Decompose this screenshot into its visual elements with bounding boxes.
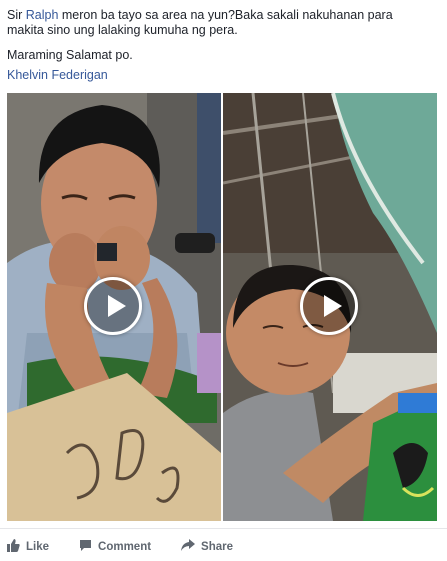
- post-text-line1-rest: meron ba tayo sa area na yun?Baka sakali…: [58, 8, 393, 22]
- play-button-right[interactable]: [300, 277, 358, 335]
- facebook-post: Sir Ralph meron ba tayo sa area na yun?B…: [0, 0, 447, 561]
- video-grid: [7, 93, 437, 521]
- play-button-left[interactable]: [84, 277, 142, 335]
- comment-label: Comment: [98, 541, 152, 553]
- share-button[interactable]: Share: [181, 539, 233, 555]
- video-thumbnail-left[interactable]: [7, 93, 221, 521]
- actions-divider: [0, 528, 447, 529]
- post-message: Sir Ralph meron ba tayo sa area na yun?B…: [7, 8, 437, 38]
- post-message-line-1: Sir Ralph meron ba tayo sa area na yun?B…: [7, 8, 437, 23]
- comment-button[interactable]: Comment: [79, 539, 151, 555]
- like-button[interactable]: Like: [7, 539, 49, 555]
- post-actions-bar: Like Comment Share: [0, 535, 447, 559]
- play-icon: [108, 295, 126, 317]
- share-icon: [181, 539, 196, 555]
- thumbs-up-icon: [7, 539, 20, 555]
- video-thumbnail-right[interactable]: [223, 93, 437, 521]
- tagged-user-link[interactable]: Khelvin Federigan: [7, 68, 108, 83]
- comment-icon: [79, 539, 92, 555]
- share-label: Share: [201, 541, 234, 553]
- mention-link[interactable]: Ralph: [26, 8, 59, 22]
- post-message-paragraph-2: Maraming Salamat po.: [7, 48, 133, 62]
- post-text-prefix: Sir: [7, 8, 26, 22]
- like-label: Like: [26, 541, 50, 553]
- post-message-line-2: makita sino ung lalaking kumuha ng pera.: [7, 23, 238, 37]
- play-icon: [324, 295, 342, 317]
